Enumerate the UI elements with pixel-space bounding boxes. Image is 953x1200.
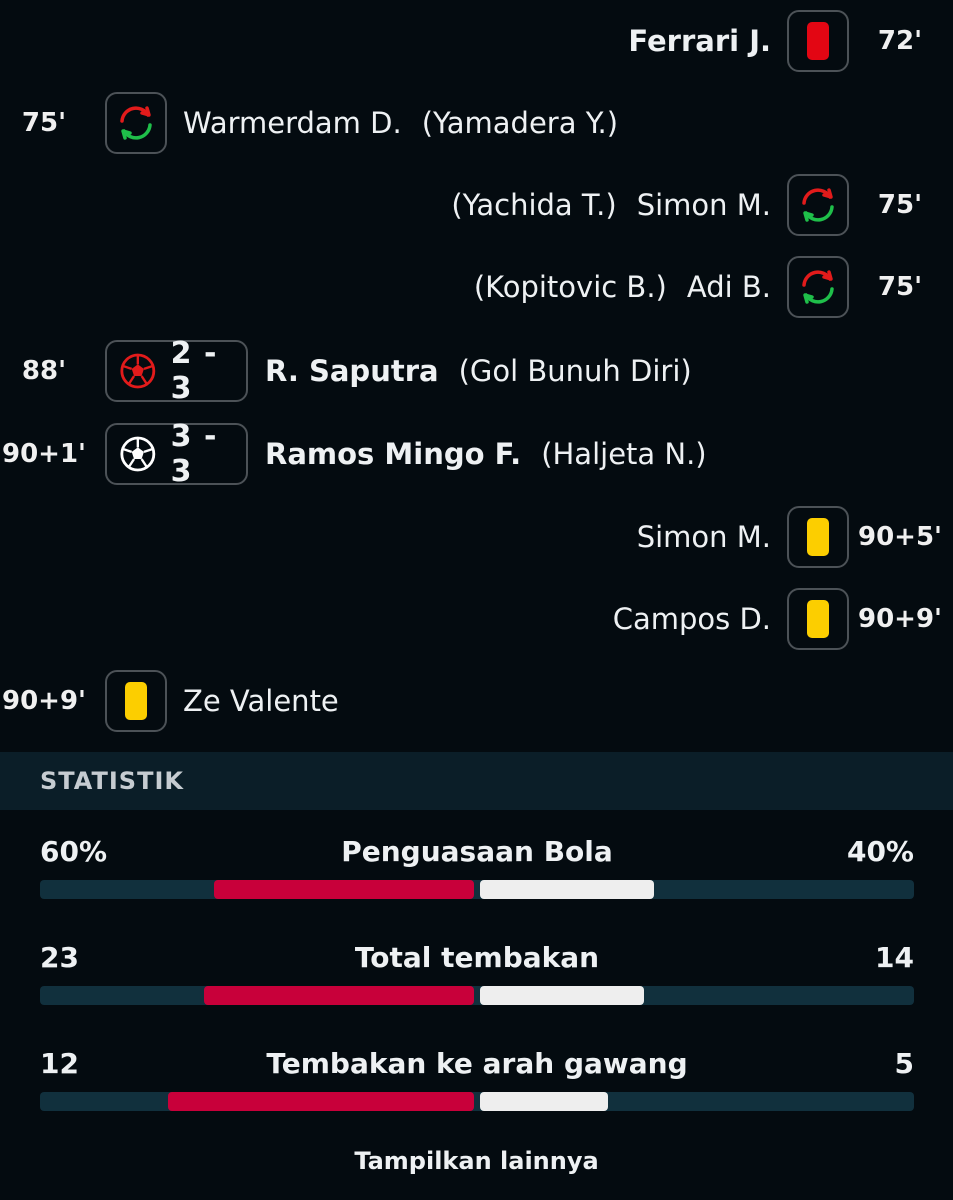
event-score-box: 2 - 3 bbox=[105, 336, 248, 406]
event-player-text: Simon M. bbox=[637, 520, 771, 554]
event-player: Adi B. bbox=[686, 270, 771, 304]
red-card-icon bbox=[807, 22, 829, 60]
event-icon-box bbox=[787, 256, 849, 318]
stat-away-value: 14 bbox=[875, 941, 914, 974]
event-detail: (Kopitovic B.) bbox=[473, 270, 667, 304]
own-goal-ball-icon bbox=[120, 353, 156, 389]
substitution-icon bbox=[802, 270, 834, 304]
stat-home-bar bbox=[213, 880, 474, 899]
stat-row: 60% Penguasaan Bola 40% bbox=[40, 835, 914, 915]
goal-ball-icon bbox=[120, 436, 156, 472]
stats-section-header: STATISTIK bbox=[0, 752, 953, 810]
event-score-box: 3 - 3 bbox=[105, 419, 248, 489]
event-player: Ramos Mingo F. bbox=[265, 437, 522, 471]
event-row: (Kopitovic B.) Adi B. 75' bbox=[0, 246, 953, 328]
substitution-icon bbox=[120, 106, 152, 140]
event-player: Warmerdam D. bbox=[183, 106, 402, 140]
stat-bar-track bbox=[40, 1092, 914, 1111]
event-time: 90+1' bbox=[1, 439, 87, 469]
event-row: 75' Warmerdam D. (Yamadera Y.) bbox=[0, 82, 953, 164]
event-row: 90+9' Ze Valente bbox=[0, 660, 953, 742]
event-player-text: Warmerdam D. (Yamadera Y.) bbox=[183, 106, 618, 140]
event-detail: (Gol Bunuh Diri) bbox=[458, 354, 692, 388]
stat-bar-track bbox=[40, 880, 914, 899]
yellow-card-icon bbox=[807, 600, 829, 638]
event-row: Ferrari J. 72' bbox=[0, 0, 953, 82]
event-player: Ze Valente bbox=[183, 684, 339, 718]
stat-name: Total tembakan bbox=[354, 941, 600, 974]
stat-home-bar bbox=[204, 986, 474, 1005]
event-time: 88' bbox=[21, 356, 67, 386]
event-time: 75' bbox=[877, 190, 923, 220]
event-player-text: (Yachida T.) Simon M. bbox=[451, 188, 771, 222]
event-time: 72' bbox=[877, 26, 923, 56]
stat-row: 12 Tembakan ke arah gawang 5 bbox=[40, 1047, 914, 1127]
event-icon-box bbox=[105, 670, 167, 732]
stat-name: Penguasaan Bola bbox=[341, 835, 613, 868]
event-time: 90+5' bbox=[857, 522, 943, 552]
event-player-text: Ramos Mingo F. (Haljeta N.) bbox=[265, 437, 707, 471]
score-text: 3 - 3 bbox=[170, 419, 218, 489]
event-time: 90+9' bbox=[857, 604, 943, 634]
event-player-text: (Kopitovic B.) Adi B. bbox=[474, 270, 771, 304]
event-player-text: Ferrari J. bbox=[628, 24, 771, 58]
event-player: Ferrari J. bbox=[628, 24, 771, 58]
yellow-card-icon bbox=[807, 518, 829, 556]
stat-bar-track bbox=[40, 986, 914, 1005]
show-more-button[interactable]: Tampilkan lainnya bbox=[0, 1147, 953, 1175]
event-row: 90+1' 3 - 3 Ramos Mingo F. (Haljeta N.) bbox=[0, 413, 953, 495]
event-icon-box bbox=[787, 10, 849, 72]
stat-name: Tembakan ke arah gawang bbox=[266, 1047, 688, 1080]
event-player-text: R. Saputra (Gol Bunuh Diri) bbox=[265, 354, 692, 388]
event-row: Simon M. 90+5' bbox=[0, 496, 953, 578]
event-player: Campos D. bbox=[612, 602, 771, 636]
event-player: Simon M. bbox=[636, 520, 771, 554]
stat-away-bar bbox=[480, 986, 645, 1005]
event-time: 90+9' bbox=[1, 686, 87, 716]
event-time: 75' bbox=[877, 272, 923, 302]
event-detail: (Haljeta N.) bbox=[541, 437, 707, 471]
event-player: R. Saputra bbox=[265, 354, 439, 388]
substitution-icon bbox=[802, 188, 834, 222]
stat-away-bar bbox=[480, 880, 654, 899]
event-detail: (Yamadera Y.) bbox=[421, 106, 619, 140]
event-detail: (Yachida T.) bbox=[451, 188, 617, 222]
stat-row: 23 Total tembakan 14 bbox=[40, 941, 914, 1021]
event-icon-box bbox=[787, 506, 849, 568]
event-icon-box bbox=[105, 92, 167, 154]
stat-away-value: 40% bbox=[846, 835, 914, 868]
event-player: Simon M. bbox=[636, 188, 771, 222]
stat-home-bar bbox=[167, 1092, 474, 1111]
event-time: 75' bbox=[21, 108, 67, 138]
event-row: (Yachida T.) Simon M. 75' bbox=[0, 164, 953, 246]
stats-header-title: STATISTIK bbox=[40, 767, 184, 795]
event-row: 88' 2 - 3 R. Saputra (Gol Bunuh Diri) bbox=[0, 330, 953, 412]
yellow-card-icon bbox=[125, 682, 147, 720]
event-icon-box bbox=[787, 588, 849, 650]
score-text: 2 - 3 bbox=[170, 336, 218, 406]
event-player-text: Ze Valente bbox=[183, 684, 339, 718]
event-row: Campos D. 90+9' bbox=[0, 578, 953, 660]
event-player-text: Campos D. bbox=[613, 602, 771, 636]
stat-away-value: 5 bbox=[894, 1047, 914, 1080]
stat-away-bar bbox=[480, 1092, 608, 1111]
event-icon-box bbox=[787, 174, 849, 236]
